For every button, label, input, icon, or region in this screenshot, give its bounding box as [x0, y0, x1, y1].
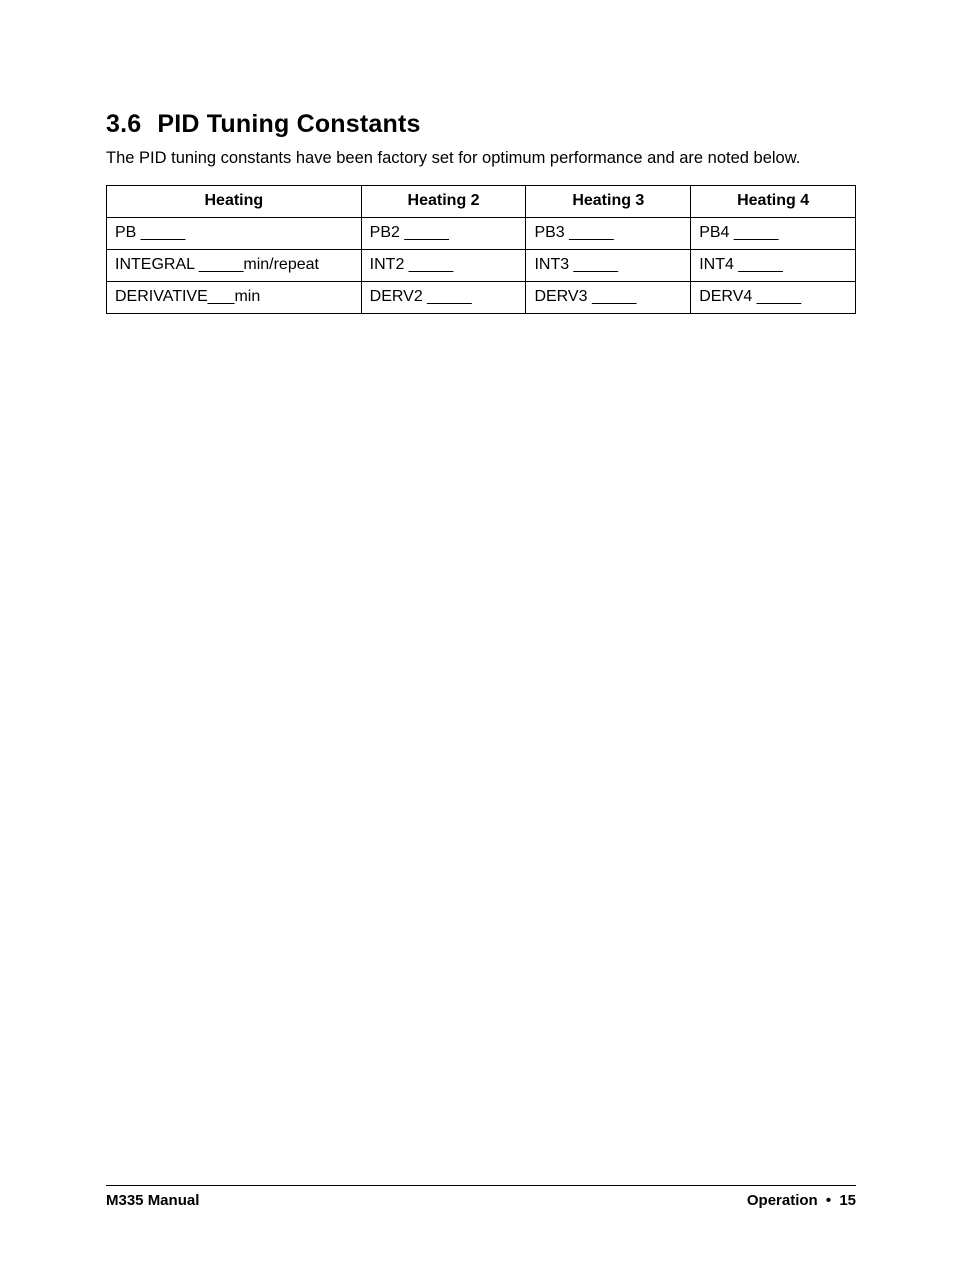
cell: PB4 _____ [691, 218, 856, 250]
table-row: DERIVATIVE___min DERV2 _____ DERV3 _____… [107, 282, 856, 314]
col-header: Heating 4 [691, 186, 856, 218]
footer-rule [106, 1185, 856, 1186]
pid-table: Heating Heating 2 Heating 3 Heating 4 PB… [106, 185, 856, 314]
document-page: 3.6 PID Tuning Constants The PID tuning c… [0, 0, 954, 1270]
table-header-row: Heating Heating 2 Heating 3 Heating 4 [107, 186, 856, 218]
cell: PB3 _____ [526, 218, 691, 250]
cell: INTEGRAL _____min/repeat [107, 250, 362, 282]
cell: INT3 _____ [526, 250, 691, 282]
col-header: Heating [107, 186, 362, 218]
footer-section: Operation [747, 1192, 818, 1209]
cell: PB2 _____ [361, 218, 526, 250]
footer-left: M335 Manual [106, 1192, 199, 1210]
cell: DERV3 _____ [526, 282, 691, 314]
section-heading: 3.6 PID Tuning Constants [106, 110, 856, 139]
section-number: 3.6 [106, 110, 141, 139]
cell: DERV4 _____ [691, 282, 856, 314]
cell: PB _____ [107, 218, 362, 250]
col-header: Heating 3 [526, 186, 691, 218]
intro-paragraph: The PID tuning constants have been facto… [106, 147, 856, 169]
section-title: PID Tuning Constants [157, 110, 420, 138]
footer-right: Operation • 15 [747, 1192, 856, 1210]
table-row: INTEGRAL _____min/repeat INT2 _____ INT3… [107, 250, 856, 282]
cell: DERIVATIVE___min [107, 282, 362, 314]
cell: INT2 _____ [361, 250, 526, 282]
footer-separator: • [826, 1192, 831, 1209]
page-footer: M335 Manual Operation • 15 [106, 1185, 856, 1210]
table-row: PB _____ PB2 _____ PB3 _____ PB4 _____ [107, 218, 856, 250]
cell: INT4 _____ [691, 250, 856, 282]
col-header: Heating 2 [361, 186, 526, 218]
cell: DERV2 _____ [361, 282, 526, 314]
footer-page-number: 15 [839, 1192, 856, 1209]
